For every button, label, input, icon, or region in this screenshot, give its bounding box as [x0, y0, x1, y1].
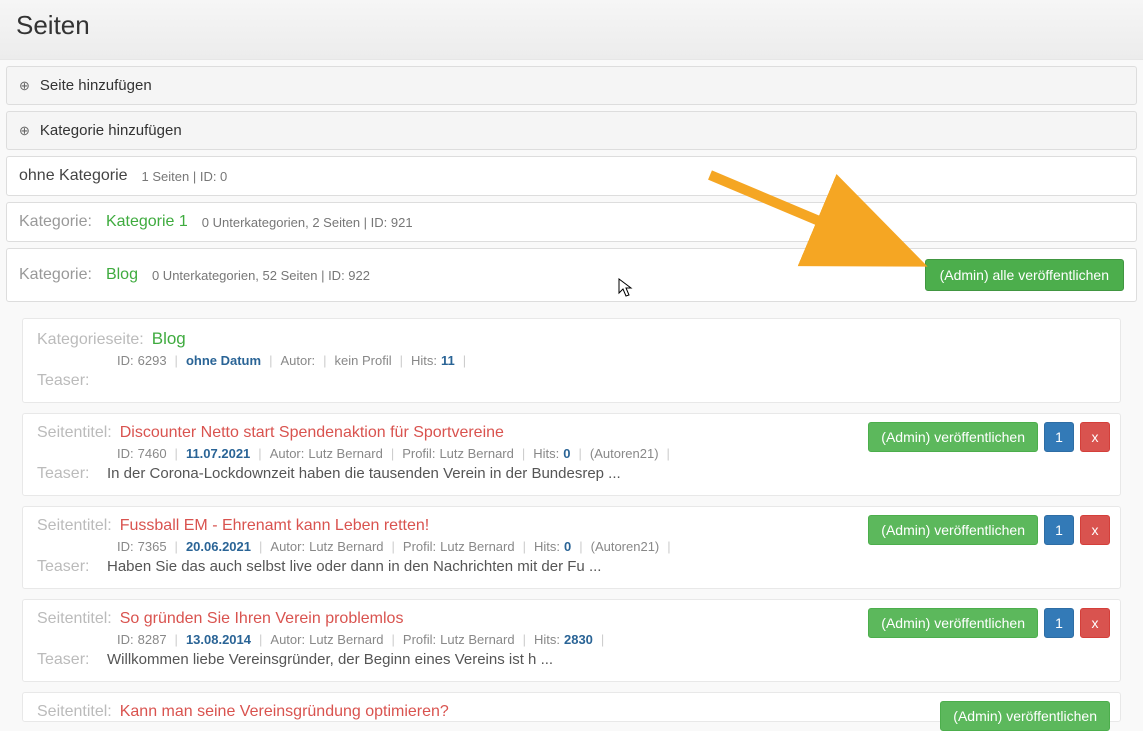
category-row-kategorie1[interactable]: Kategorie: Kategorie 1 0 Unterkategorien… [6, 202, 1137, 242]
page-title-link[interactable]: Kann man seine Vereinsgründung optimiere… [120, 703, 449, 721]
delete-button[interactable]: x [1080, 515, 1110, 545]
publish-button[interactable]: (Admin) veröffentlichen [868, 515, 1038, 545]
page-card: (Admin) veröffentlichen 1 x Seitentitel:… [22, 506, 1121, 589]
add-page-label: Seite hinzufügen [40, 77, 152, 94]
field-label-teaser: Teaser: [37, 372, 99, 390]
category-prefix: Kategorie: [19, 266, 92, 284]
one-button[interactable]: 1 [1044, 422, 1074, 452]
one-button[interactable]: 1 [1044, 515, 1074, 545]
field-label-seitentitel: Seitentitel: [37, 424, 112, 442]
delete-button[interactable]: x [1080, 422, 1110, 452]
publish-button[interactable]: (Admin) veröffentlichen [940, 701, 1110, 731]
page-title-link[interactable]: Discounter Netto start Spendenaktion für… [120, 424, 504, 442]
page-header: Seiten [0, 0, 1143, 60]
add-category-row[interactable]: ⊕ Kategorie hinzufügen [6, 111, 1137, 150]
category-meta: 0 Unterkategorien, 2 Seiten | ID: 921 [202, 215, 413, 230]
category-prefix: Kategorie: [19, 213, 92, 231]
category-label: ohne Kategorie [19, 167, 128, 185]
one-button[interactable]: 1 [1044, 608, 1074, 638]
plus-icon: ⊕ [19, 123, 30, 139]
page-card: (Admin) veröffentlichen 1 x Seitentitel:… [22, 413, 1121, 496]
publish-button[interactable]: (Admin) veröffentlichen [868, 422, 1038, 452]
field-label-seitentitel: Seitentitel: [37, 517, 112, 535]
delete-button[interactable]: x [1080, 608, 1110, 638]
category-name: Kategorie 1 [106, 213, 188, 231]
add-page-row[interactable]: ⊕ Seite hinzufügen [6, 66, 1137, 105]
field-label-seitentitel: Seitentitel: [37, 703, 112, 721]
field-label-seitentitel: Seitentitel: [37, 610, 112, 628]
teaser-text: Haben Sie das auch selbst live oder dann… [107, 558, 601, 575]
page-title-link[interactable]: Fussball EM - Ehrenamt kann Leben retten… [120, 517, 430, 535]
category-row-blog[interactable]: Kategorie: Blog 0 Unterkategorien, 52 Se… [6, 248, 1137, 302]
category-meta: 0 Unterkategorien, 52 Seiten | ID: 922 [152, 268, 370, 283]
field-label-kategorieseite: Kategorieseite: [37, 331, 144, 349]
category-page-card: Kategorieseite: Blog ID: 6293 | ohne Dat… [22, 318, 1121, 403]
page-card: (Admin) veröffentlichen Seitentitel: Kan… [22, 692, 1121, 722]
teaser-text: In der Corona-Lockdownzeit haben die tau… [107, 465, 621, 482]
category-meta: 1 Seiten | ID: 0 [142, 169, 228, 184]
page-title-link[interactable]: So gründen Sie Ihren Verein problemlos [120, 610, 404, 628]
teaser-text: Willkommen liebe Vereinsgründer, der Beg… [107, 651, 553, 668]
publish-all-button[interactable]: (Admin) alle veröffentlichen [925, 259, 1124, 291]
publish-button[interactable]: (Admin) veröffentlichen [868, 608, 1038, 638]
add-category-label: Kategorie hinzufügen [40, 122, 182, 139]
meta-line: ID: 6293 | ohne Datum | Autor: | kein Pr… [37, 353, 1106, 368]
category-name: Blog [106, 266, 138, 284]
field-label-teaser: Teaser: [37, 558, 99, 576]
page-title: Seiten [16, 10, 1127, 41]
field-label-teaser: Teaser: [37, 465, 99, 483]
category-row-uncategorized[interactable]: ohne Kategorie 1 Seiten | ID: 0 [6, 156, 1137, 196]
field-label-teaser: Teaser: [37, 651, 99, 669]
catpage-name[interactable]: Blog [152, 329, 186, 349]
plus-icon: ⊕ [19, 78, 30, 94]
